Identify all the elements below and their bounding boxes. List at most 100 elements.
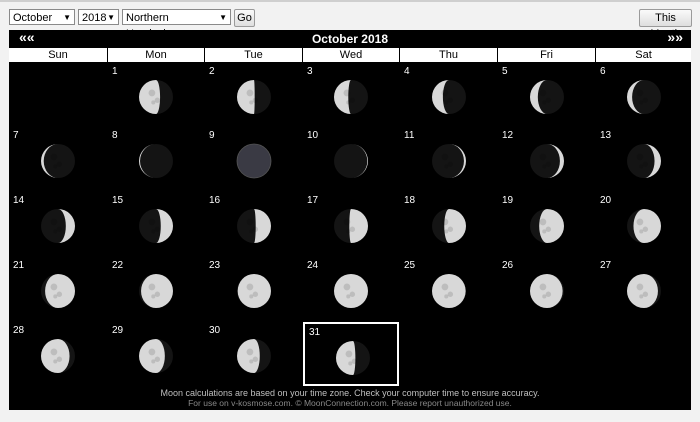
moon-phase-icon-1 — [139, 79, 173, 114]
moon-phase-icon-15 — [139, 209, 173, 243]
day-number: 3 — [307, 66, 313, 77]
day-cell-2[interactable]: 2 — [205, 63, 302, 126]
day-cell-6[interactable]: 6 — [596, 63, 691, 126]
moon-phase-icon-26 — [529, 274, 564, 308]
weekday-sat: Sat — [596, 48, 691, 62]
year-select-value: 2018 — [82, 12, 107, 24]
empty-day-cell — [596, 322, 691, 386]
moon-phase-icon-11 — [431, 144, 466, 178]
moon-phase-icon-29 — [139, 339, 173, 373]
day-cell-31[interactable]: 31 — [303, 322, 399, 386]
day-cell-15[interactable]: 15 — [108, 192, 204, 256]
day-number: 20 — [600, 195, 612, 206]
day-cell-3[interactable]: 3 — [303, 63, 399, 126]
month-select[interactable]: October ▼ — [9, 9, 75, 25]
day-number: 4 — [404, 66, 410, 77]
day-cell-21[interactable]: 21 — [9, 257, 107, 321]
moon-phase-icon-21 — [41, 274, 75, 308]
weekday-fri: Fri — [498, 48, 595, 62]
day-cell-23[interactable]: 23 — [205, 257, 302, 321]
day-number: 24 — [307, 260, 319, 271]
day-cell-9[interactable]: 9 — [205, 127, 302, 191]
weekday-wed: Wed — [303, 48, 399, 62]
day-number: 29 — [112, 325, 124, 336]
day-number: 16 — [209, 195, 221, 206]
moon-phase-icon-24 — [334, 274, 368, 308]
moon-phase-icon-10 — [334, 144, 368, 178]
toolbar: October ▼ 2018 ▼ Northern Hemisphere ▼ G… — [0, 2, 700, 40]
moon-phase-icon-22 — [139, 274, 173, 308]
day-cell-13[interactable]: 13 — [596, 127, 691, 191]
day-cell-25[interactable]: 25 — [400, 257, 497, 321]
moon-phase-icon-2 — [236, 79, 271, 114]
day-cell-28[interactable]: 28 — [9, 322, 107, 386]
moon-phase-icon-18 — [431, 209, 466, 243]
day-number: 10 — [307, 130, 319, 141]
day-number: 15 — [112, 195, 124, 206]
day-number: 25 — [404, 260, 416, 271]
day-cell-27[interactable]: 27 — [596, 257, 691, 321]
moon-phase-icon-14 — [41, 209, 75, 243]
day-cell-20[interactable]: 20 — [596, 192, 691, 256]
day-cell-30[interactable]: 30 — [205, 322, 302, 386]
day-cell-4[interactable]: 4 — [400, 63, 497, 126]
day-number: 1 — [112, 66, 118, 77]
day-cell-18[interactable]: 18 — [400, 192, 497, 256]
day-cell-16[interactable]: 16 — [205, 192, 302, 256]
day-cell-29[interactable]: 29 — [108, 322, 204, 386]
day-number: 31 — [309, 327, 321, 338]
weekday-tue: Tue — [205, 48, 302, 62]
day-cell-7[interactable]: 7 — [9, 127, 107, 191]
day-number: 13 — [600, 130, 612, 141]
day-cell-24[interactable]: 24 — [303, 257, 399, 321]
this-month-button[interactable]: This Month — [639, 9, 692, 40]
moon-phase-icon-6 — [626, 79, 661, 114]
moon-phase-icon-13 — [626, 144, 661, 178]
moon-phase-icon-23 — [236, 274, 271, 308]
weekday-mon: Mon — [108, 48, 204, 62]
chevron-down-icon: ▼ — [107, 13, 115, 22]
day-cell-22[interactable]: 22 — [108, 257, 204, 321]
moon-phase-icon-8 — [139, 144, 173, 178]
day-cell-26[interactable]: 26 — [498, 257, 595, 321]
year-select[interactable]: 2018 ▼ — [78, 9, 119, 25]
day-number: 5 — [502, 66, 508, 77]
day-cell-17[interactable]: 17 — [303, 192, 399, 256]
empty-day-cell — [9, 63, 107, 126]
day-cell-1[interactable]: 1 — [108, 63, 204, 126]
day-cell-19[interactable]: 19 — [498, 192, 595, 256]
moon-phase-icon-27 — [626, 274, 661, 308]
day-number: 28 — [13, 325, 25, 336]
day-number: 26 — [502, 260, 514, 271]
moon-phase-icon-4 — [431, 79, 466, 114]
moon-phase-icon-31 — [336, 341, 370, 375]
day-number: 7 — [13, 130, 19, 141]
day-number: 17 — [307, 195, 319, 206]
go-button[interactable]: Go — [234, 9, 255, 27]
day-cell-12[interactable]: 12 — [498, 127, 595, 191]
hemisphere-select[interactable]: Northern Hemisphere ▼ — [122, 9, 231, 40]
day-number: 27 — [600, 260, 612, 271]
day-number: 2 — [209, 66, 215, 77]
day-number: 30 — [209, 325, 221, 336]
moon-phase-icon-25 — [431, 274, 466, 308]
weekday-header-row: Sun Mon Tue Wed Thu Fri Sat — [9, 48, 691, 62]
calendar-header: «« October 2018 »» — [9, 29, 691, 48]
calendar-footer: Moon calculations are based on your time… — [9, 388, 691, 410]
month-select-value: October — [13, 12, 53, 24]
timezone-note: Moon calculations are based on your time… — [160, 388, 540, 398]
weekday-thu: Thu — [400, 48, 497, 62]
day-cell-10[interactable]: 10 — [303, 127, 399, 191]
day-number: 18 — [404, 195, 416, 206]
empty-day-cell — [498, 322, 595, 386]
day-cell-11[interactable]: 11 — [400, 127, 497, 191]
moon-calendar: «« October 2018 »» Sun Mon Tue Wed Thu Fri Sat… — [9, 29, 691, 410]
day-number: 23 — [209, 260, 221, 271]
next-month-link[interactable]: »» — [667, 29, 683, 45]
day-cell-5[interactable]: 5 — [498, 63, 595, 126]
moon-phase-icon-20 — [626, 209, 661, 243]
day-cell-8[interactable]: 8 — [108, 127, 204, 191]
day-number: 8 — [112, 130, 118, 141]
day-cell-14[interactable]: 14 — [9, 192, 107, 256]
moon-phase-icon-12 — [529, 144, 564, 178]
